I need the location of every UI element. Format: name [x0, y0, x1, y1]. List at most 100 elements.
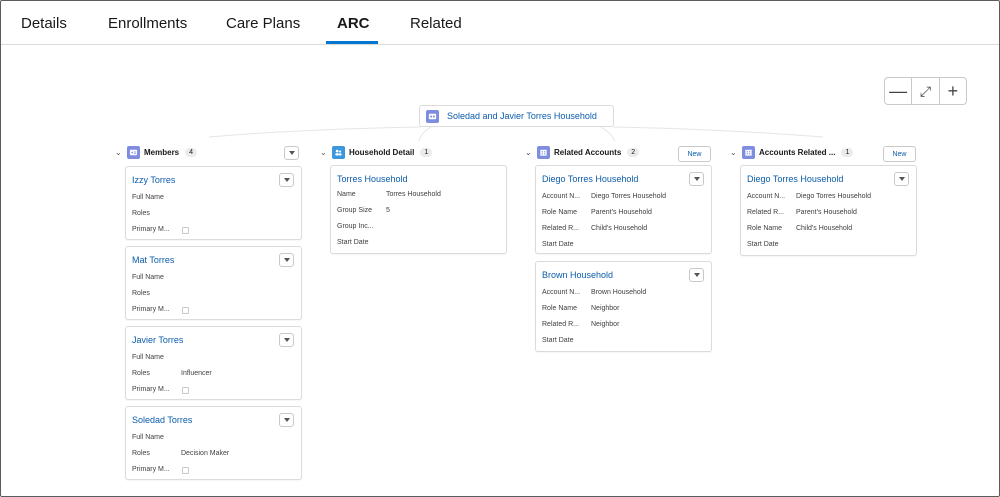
account-name-link[interactable]: Brown Household	[542, 270, 613, 280]
accounts-related-column-header: ⌄ Accounts Related ... 1	[730, 144, 854, 160]
member-name-link[interactable]: Izzy Torres	[132, 175, 175, 185]
chevron-down-icon[interactable]: ⌄	[730, 148, 742, 157]
chevron-down-icon	[283, 338, 290, 342]
zoom-in-button[interactable]: +	[938, 78, 966, 104]
chevron-down-icon[interactable]: ⌄	[525, 148, 537, 157]
field-value: Torres Household	[386, 191, 441, 198]
related-account-card: Diego Torres Household Account N... Diego…	[535, 165, 712, 254]
member-card: Soledad Torres Full Name Roles Decision M…	[125, 406, 302, 480]
member-actions-button[interactable]	[279, 173, 294, 187]
member-actions-button[interactable]	[279, 333, 294, 347]
field-value: Child's Household	[591, 225, 648, 232]
new-related-account-button[interactable]: New	[678, 146, 711, 162]
field-label: Start Date	[542, 337, 574, 344]
field-label: Related R...	[542, 321, 579, 328]
chevron-down-icon	[693, 273, 700, 277]
new-account-related-button[interactable]: New	[883, 146, 916, 162]
members-title: Members	[144, 147, 180, 157]
chevron-down-icon	[283, 258, 290, 262]
expand-icon: ⤢	[919, 82, 932, 99]
related-account-card: Brown Household Account N... Brown Househ…	[535, 261, 712, 352]
field-label: Related R...	[542, 225, 579, 232]
member-actions-button[interactable]	[279, 413, 294, 427]
primary-member-row: Primary M...	[132, 226, 189, 234]
household-icon	[426, 109, 439, 123]
member-actions-button[interactable]	[279, 253, 294, 267]
chevron-down-icon	[898, 177, 905, 181]
detail-row: Related R... Parent's Household	[747, 209, 857, 216]
household-detail-title: Household Detail	[349, 147, 415, 157]
account-actions-button[interactable]	[689, 268, 704, 282]
primary-member-row: Primary M...	[132, 306, 189, 314]
field-label: Account N...	[542, 289, 581, 296]
household-icon	[332, 145, 345, 159]
field-label: Start Date	[747, 241, 779, 248]
household-detail-card: Torres Household Name Torres Household Gr…	[330, 165, 507, 254]
full-name-row: Full Name	[132, 194, 164, 201]
members-menu-button[interactable]	[284, 146, 299, 160]
tab-related[interactable]: Related	[410, 15, 462, 45]
members-column-header: ⌄ Members 4	[115, 144, 198, 160]
tab-enrollments[interactable]: Enrollments	[108, 15, 187, 45]
primary-member-checkbox	[182, 227, 189, 234]
field-value: Neighbor	[591, 305, 620, 312]
member-card: Mat Torres Full Name Roles Primary M...	[125, 246, 302, 320]
accounts-related-title: Accounts Related ...	[759, 147, 836, 157]
field-label: Full Name	[132, 354, 164, 361]
detail-row: Role Name Neighbor	[542, 305, 619, 312]
roles-row: Roles	[132, 210, 150, 217]
accounts-related-count-badge: 1	[841, 147, 854, 157]
contact-card-icon	[127, 145, 140, 159]
field-value: 5	[386, 207, 390, 214]
field-value: Diego Torres Household	[796, 193, 871, 200]
household-name-link[interactable]: Torres Household	[337, 174, 408, 184]
field-label: Start Date	[337, 239, 369, 246]
field-label: Primary M...	[132, 386, 170, 393]
account-name-link[interactable]: Diego Torres Household	[747, 174, 843, 184]
account-icon	[742, 145, 755, 159]
tab-care-plans[interactable]: Care Plans	[226, 15, 300, 45]
detail-row: Start Date	[747, 241, 779, 248]
field-label: Roles	[132, 290, 150, 297]
account-actions-button[interactable]	[894, 172, 909, 186]
field-label: Name	[337, 191, 356, 198]
household-count-badge: 1	[420, 147, 433, 157]
detail-row: Start Date	[542, 337, 574, 344]
field-label: Full Name	[132, 434, 164, 441]
field-value: Brown Household	[591, 289, 647, 296]
field-label: Full Name	[132, 274, 164, 281]
roles-row: Roles Influencer	[132, 370, 212, 377]
detail-row: Account N... Diego Torres Household	[542, 193, 666, 200]
record-tabs: Details Enrollments Care Plans ARC Relat…	[1, 1, 999, 45]
detail-row: Group Size 5	[337, 207, 390, 214]
fit-to-screen-button[interactable]: ⤢	[911, 78, 938, 104]
chevron-down-icon	[283, 418, 290, 422]
household-column-header: ⌄ Household Detail 1	[320, 144, 433, 160]
field-label: Account N...	[747, 193, 786, 200]
member-name-link[interactable]: Soledad Torres	[132, 415, 192, 425]
detail-row: Start Date	[542, 241, 574, 248]
account-actions-button[interactable]	[689, 172, 704, 186]
primary-member-checkbox	[182, 307, 189, 314]
field-value: Parent's Household	[591, 209, 652, 216]
tab-details[interactable]: Details	[21, 15, 67, 45]
field-label: Role Name	[542, 305, 578, 312]
zoom-out-button[interactable]: —	[885, 78, 911, 104]
members-count-badge: 4	[185, 147, 198, 157]
chevron-down-icon[interactable]: ⌄	[320, 148, 332, 157]
related-accounts-title: Related Accounts	[554, 147, 622, 157]
primary-member-checkbox	[182, 467, 189, 474]
field-label: Primary M...	[132, 226, 170, 233]
detail-row: Account N... Brown Household	[542, 289, 646, 296]
root-household-node[interactable]: Soledad and Javier Torres Household	[419, 105, 614, 127]
member-name-link[interactable]: Javier Torres	[132, 335, 183, 345]
field-value: Child's Household	[796, 225, 853, 232]
field-label: Start Date	[542, 241, 574, 248]
detail-row: Start Date	[337, 239, 369, 246]
member-name-link[interactable]: Mat Torres	[132, 255, 174, 265]
detail-row: Role Name Parent's Household	[542, 209, 652, 216]
field-value: Neighbor	[591, 321, 620, 328]
account-name-link[interactable]: Diego Torres Household	[542, 174, 638, 184]
chevron-down-icon[interactable]: ⌄	[115, 148, 127, 157]
field-label: Primary M...	[132, 306, 170, 313]
